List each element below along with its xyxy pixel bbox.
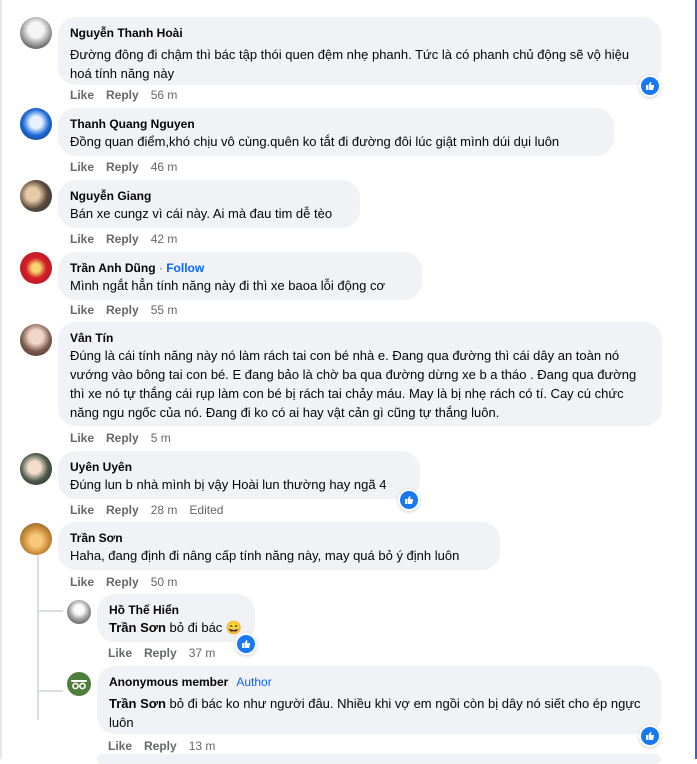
mention-link[interactable]: Trần Sơn: [109, 620, 166, 635]
reply-button[interactable]: Reply: [144, 739, 177, 753]
thread-line: [37, 555, 39, 720]
like-button[interactable]: Like: [70, 303, 94, 317]
author-name[interactable]: Anonymous member: [109, 675, 228, 689]
comment-author[interactable]: Uyên Uyên: [70, 459, 408, 475]
comment-author[interactable]: Nguyễn Thanh Hoài: [70, 25, 649, 41]
comment-actions: Like Reply 50 m: [70, 575, 189, 589]
like-button[interactable]: Like: [70, 431, 94, 445]
timestamp[interactable]: 55 m: [151, 303, 178, 317]
comment-actions: Like Reply 55 m: [70, 303, 189, 317]
timestamp[interactable]: 37 m: [189, 646, 216, 660]
avatar[interactable]: [20, 180, 52, 212]
comment-author[interactable]: Trần Sơn: [70, 530, 488, 546]
comment-bubble: Nguyễn Thanh Hoài Đường đông đi chậm thì…: [58, 17, 661, 85]
author-name[interactable]: Trần Anh Dũng: [70, 261, 156, 275]
avatar[interactable]: [67, 600, 91, 624]
comment-author: Trần Anh Dũng · Follow: [70, 260, 410, 276]
edited-label[interactable]: Edited: [189, 503, 223, 517]
comment-actions: Like Reply 42 m: [70, 232, 189, 246]
reply-button[interactable]: Reply: [106, 160, 139, 174]
timestamp[interactable]: 56 m: [151, 88, 178, 102]
reply-text: bỏ đi bác: [165, 620, 226, 635]
comment-author[interactable]: Thanh Quang Nguyen: [70, 116, 602, 132]
comment-bubble: Thanh Quang Nguyen Đồng quan điểm,khó ch…: [58, 108, 614, 156]
reply-bubble: Hồ Thế Hiển Trần Sơn bỏ đi bác 😄: [97, 594, 255, 642]
like-reaction-icon[interactable]: [235, 633, 257, 655]
avatar[interactable]: [20, 17, 52, 49]
comment-text: Đường đông đi chậm thì bác tập thói quen…: [70, 47, 630, 81]
reply-button[interactable]: Reply: [106, 575, 139, 589]
comment-actions: Like Reply 28 m Edited: [70, 503, 235, 517]
avatar[interactable]: [20, 252, 52, 284]
thread-branch: [37, 610, 63, 612]
like-button[interactable]: Like: [70, 88, 94, 102]
like-reaction-icon[interactable]: [398, 489, 420, 511]
like-button[interactable]: Like: [70, 232, 94, 246]
follow-button[interactable]: Follow: [166, 261, 204, 275]
avatar[interactable]: [20, 324, 52, 356]
comment-actions: Like Reply 56 m: [70, 88, 189, 102]
comment-text: Đúng là cái tính năng này nó làm rách ta…: [70, 348, 637, 420]
like-button[interactable]: Like: [70, 503, 94, 517]
reply-button[interactable]: Reply: [106, 503, 139, 517]
reply-author: Anonymous member Author: [109, 674, 649, 690]
reply-actions: Like Reply 37 m: [108, 646, 227, 660]
reply-button[interactable]: Reply: [106, 431, 139, 445]
like-button[interactable]: Like: [108, 739, 132, 753]
mention-link[interactable]: Trần Sơn: [109, 696, 166, 711]
comment-text: Đồng quan điểm,khó chịu vô cùng.quên ko …: [70, 134, 560, 149]
separator: ·: [155, 261, 167, 275]
comment-bubble: Nguyễn Giang Bán xe cungz vì cái này. Ai…: [58, 180, 360, 228]
timestamp[interactable]: 5 m: [151, 431, 171, 445]
timestamp[interactable]: 42 m: [151, 232, 178, 246]
reply-button[interactable]: Reply: [106, 232, 139, 246]
comment-bubble: Trần Sơn Haha, đang định đi nâng cấp tín…: [58, 522, 500, 570]
timestamp[interactable]: 50 m: [151, 575, 178, 589]
avatar[interactable]: [20, 453, 52, 485]
comment-actions: Like Reply 5 m: [70, 431, 183, 445]
like-reaction-icon[interactable]: [639, 725, 661, 747]
comment-bubble: Uyên Uyên Đúng lun b nhà mình bị vậy Hoà…: [58, 451, 420, 499]
reply-text: bỏ đi bác ko như người đâu. Nhiều khi vợ…: [109, 696, 641, 730]
timestamp[interactable]: 13 m: [189, 739, 216, 753]
comment-bubble: Trần Anh Dũng · Follow Mình ngắt hẳn tín…: [58, 252, 422, 300]
comment-text: Haha, đang định đi nâng cấp tính năng nà…: [70, 548, 460, 563]
thread-branch: [37, 690, 63, 692]
anonymous-avatar-icon[interactable]: [67, 672, 91, 696]
reply-button[interactable]: Reply: [106, 88, 139, 102]
timestamp[interactable]: 28 m: [151, 503, 178, 517]
like-button[interactable]: Like: [70, 160, 94, 174]
comment-bubble: Vân Tín Đúng là cái tính năng này nó làm…: [58, 322, 662, 426]
reply-actions: Like Reply 13 m: [108, 739, 227, 753]
comment-text: Đúng lun b nhà mình bị vậy Hoài lun thườ…: [70, 477, 387, 492]
reply-author[interactable]: Hồ Thế Hiển: [109, 602, 243, 618]
grin-emoji-icon: 😄: [225, 620, 243, 635]
like-button[interactable]: Like: [108, 646, 132, 660]
like-reaction-icon[interactable]: [639, 75, 661, 97]
like-button[interactable]: Like: [70, 575, 94, 589]
reply-bubble: Anonymous member Author Trần Sơn bỏ đi bá…: [97, 666, 661, 734]
author-badge: Author: [236, 675, 272, 689]
comment-text: Mình ngắt hẳn tính năng này đi thì xe ba…: [70, 278, 385, 293]
reply-bubble-next: [97, 754, 661, 764]
comment-actions: Like Reply 46 m: [70, 160, 189, 174]
reply-button[interactable]: Reply: [144, 646, 177, 660]
left-edge: [0, 0, 2, 759]
avatar[interactable]: [20, 108, 52, 140]
comment-author[interactable]: Vân Tín: [70, 330, 650, 346]
reply-button[interactable]: Reply: [106, 303, 139, 317]
timestamp[interactable]: 46 m: [151, 160, 178, 174]
comment-author[interactable]: Nguyễn Giang: [70, 188, 348, 204]
comment-text: Bán xe cungz vì cái này. Ai mà đau tim d…: [70, 206, 333, 221]
avatar[interactable]: [20, 523, 52, 555]
